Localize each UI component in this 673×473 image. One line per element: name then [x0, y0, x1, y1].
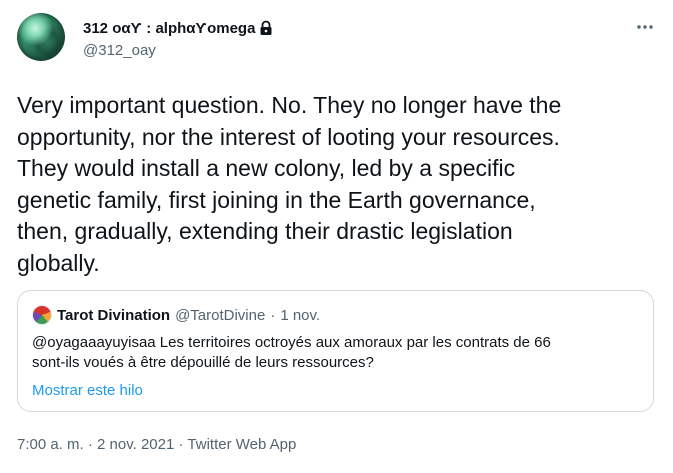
tweet-date[interactable]: 2 nov. 2021 — [97, 436, 174, 453]
quoted-text: @oyagaaayuyisaa Les territoires octroyés… — [32, 334, 551, 371]
quoted-separator: · — [270, 306, 276, 324]
tweet-time[interactable]: 7:00 a. m. — [17, 436, 84, 453]
author-handle[interactable]: @312_oay — [83, 42, 156, 59]
quoted-tweet[interactable]: Tarot Divination @TarotDivine · 1 nov. @… — [17, 290, 654, 412]
quoted-handle: @TarotDivine — [175, 306, 266, 324]
tweet-card: 312 οαƳ : alphαƳomega @312_oay Very impo… — [0, 0, 673, 473]
avatar[interactable] — [17, 13, 65, 61]
show-thread-link[interactable]: Mostrar este hilo — [32, 382, 143, 399]
tweet-source: Twitter Web App — [187, 436, 297, 453]
more-horizontal-icon — [637, 25, 653, 29]
quoted-display-name: Tarot Divination — [57, 306, 171, 324]
quoted-date: 1 nov. — [280, 306, 321, 324]
quoted-tweet-header: Tarot Divination @TarotDivine · 1 nov. — [32, 305, 320, 325]
meta-separator: · — [178, 436, 184, 453]
author-display-name[interactable]: 312 οαƳ : alphαƳomega — [83, 20, 255, 37]
more-options-button[interactable] — [632, 16, 658, 38]
tweet-text: Very important question. No. They no lon… — [17, 92, 562, 276]
quoted-avatar — [32, 305, 52, 325]
lock-icon — [259, 20, 273, 36]
author-name-row: 312 οαƳ : alphαƳomega — [83, 18, 273, 38]
tweet-meta: 7:00 a. m. · 2 nov. 2021 · Twitter Web A… — [17, 436, 296, 456]
meta-separator: · — [87, 436, 93, 453]
